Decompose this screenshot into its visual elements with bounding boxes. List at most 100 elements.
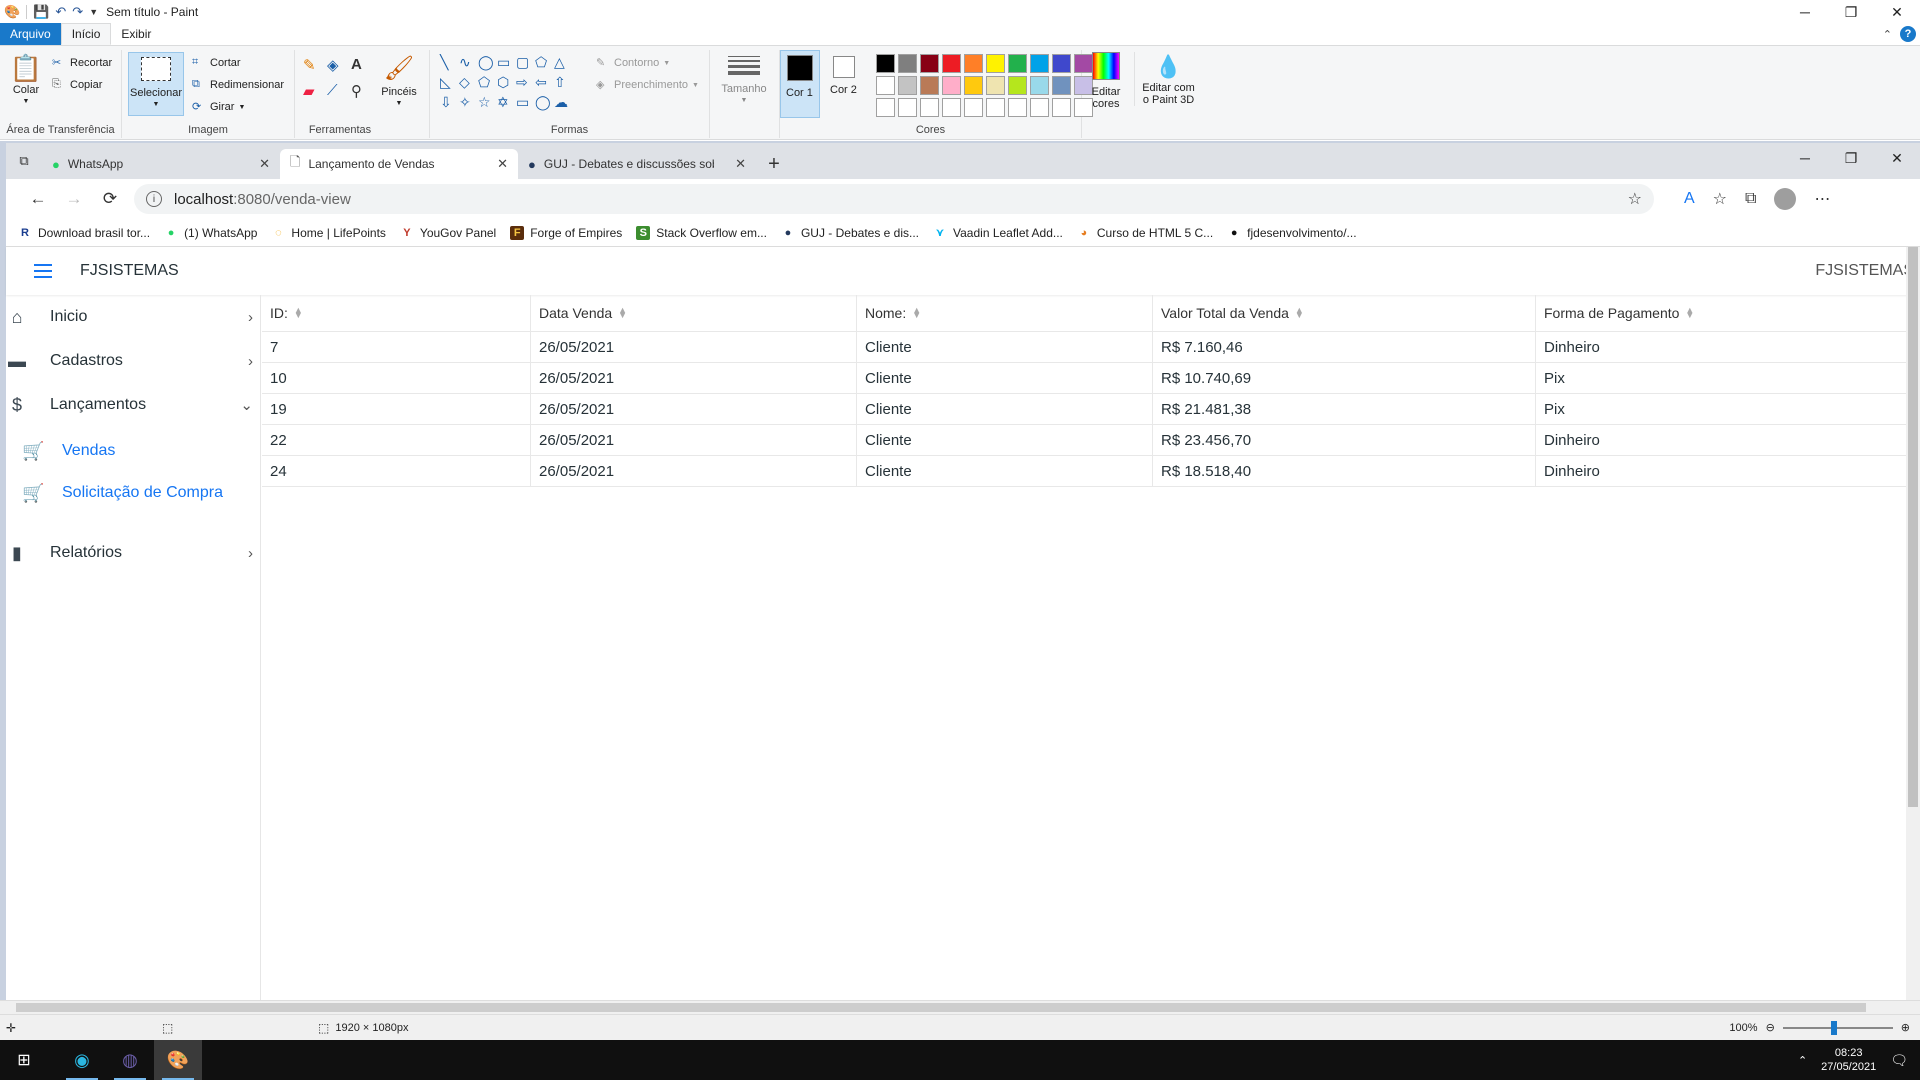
close-tab-icon[interactable]: ✕ bbox=[735, 156, 746, 172]
scrollbar-thumb[interactable] bbox=[16, 1003, 1866, 1012]
star4-shape-icon[interactable]: ✧ bbox=[459, 94, 478, 114]
color-swatch[interactable] bbox=[898, 76, 917, 95]
color-swatch[interactable] bbox=[920, 98, 939, 117]
paint-canvas-area[interactable]: ⧉ ● WhatsApp ✕ 🗋 Lançamento de Vendas ✕ … bbox=[0, 141, 1920, 1001]
start-button[interactable]: ⊞ bbox=[0, 1040, 48, 1080]
tab-file[interactable]: Arquivo bbox=[0, 23, 61, 45]
qat-dropdown-icon[interactable]: ▼ bbox=[89, 7, 98, 17]
bookmark-item[interactable]: S Stack Overflow em... bbox=[636, 225, 767, 240]
nav-item-vendas[interactable]: 🛒 Vendas bbox=[22, 435, 115, 467]
color-swatch[interactable] bbox=[964, 76, 983, 95]
browser-minimize-button[interactable]: ─ bbox=[1782, 143, 1828, 173]
browser-tab-lancamento[interactable]: 🗋 Lançamento de Vendas ✕ bbox=[280, 149, 518, 179]
tab-view[interactable]: Exibir bbox=[111, 23, 161, 45]
color-swatch[interactable] bbox=[1008, 98, 1027, 117]
browser-close-button[interactable]: ✕ bbox=[1874, 143, 1920, 173]
minimize-button[interactable]: ─ bbox=[1782, 0, 1828, 24]
info-icon[interactable]: i bbox=[146, 191, 162, 207]
menu-toggle-icon[interactable] bbox=[34, 264, 52, 278]
column-header-data[interactable]: Data Venda ▲ ▼ bbox=[531, 295, 857, 331]
color-swatch[interactable] bbox=[898, 54, 917, 73]
color-swatch[interactable] bbox=[942, 76, 961, 95]
forward-button[interactable]: → bbox=[56, 183, 92, 215]
color-swatch[interactable] bbox=[1052, 54, 1071, 73]
color-swatch[interactable] bbox=[942, 98, 961, 117]
sort-icon[interactable]: ▲ ▼ bbox=[912, 306, 921, 320]
color-swatch[interactable] bbox=[1008, 54, 1027, 73]
refresh-button[interactable]: ⟳ bbox=[92, 183, 128, 215]
color-swatch[interactable] bbox=[1030, 76, 1049, 95]
nav-item-cadastros[interactable]: ▬ Cadastros › bbox=[6, 343, 261, 379]
collections-icon[interactable]: ⧉ bbox=[1745, 190, 1756, 208]
table-row[interactable]: 22 26/05/2021 Cliente R$ 23.456,70 Dinheiro bbox=[262, 425, 1920, 456]
show-hidden-icons-icon[interactable]: ⌃ bbox=[1798, 1054, 1807, 1067]
star5-shape-icon[interactable]: ☆ bbox=[478, 94, 497, 114]
curve-shape-icon[interactable]: ∿ bbox=[459, 54, 478, 74]
browser-tab-guj[interactable]: ● GUJ - Debates e discussões sobr ✕ bbox=[518, 149, 756, 179]
color-swatch[interactable] bbox=[1030, 98, 1049, 117]
edit-colors-button[interactable]: Editar cores bbox=[1086, 52, 1126, 110]
fill-bucket-icon[interactable]: ◈ bbox=[327, 56, 351, 82]
scrollbar-thumb[interactable] bbox=[1908, 247, 1918, 807]
column-header-id[interactable]: ID: ▲ ▼ bbox=[262, 295, 531, 331]
page-scrollbar[interactable] bbox=[1906, 247, 1920, 1001]
browser-maximize-button[interactable]: ❐ bbox=[1828, 143, 1874, 173]
bookmark-item[interactable]: F Forge of Empires bbox=[510, 225, 622, 240]
bookmark-item[interactable]: ⋎ Vaadin Leaflet Add... bbox=[933, 226, 1063, 240]
undo-icon[interactable]: ↶ bbox=[55, 4, 66, 20]
left-arrow-shape-icon[interactable]: ⇦ bbox=[535, 74, 554, 94]
color2-button[interactable]: Cor 2 bbox=[824, 54, 864, 96]
canvas-horizontal-scrollbar[interactable] bbox=[0, 1000, 1920, 1014]
bookmark-item[interactable]: ◕ Curso de HTML 5 C... bbox=[1077, 226, 1214, 240]
rectangle-shape-icon[interactable]: ▭ bbox=[497, 54, 516, 74]
oval-shape-icon[interactable]: ◯ bbox=[478, 54, 497, 74]
zoom-in-icon[interactable]: ⊕ bbox=[1901, 1021, 1910, 1034]
table-row[interactable]: 7 26/05/2021 Cliente R$ 7.160,46 Dinheiro bbox=[262, 332, 1920, 363]
browser-tab-whatsapp[interactable]: ● WhatsApp ✕ bbox=[42, 149, 280, 179]
close-button[interactable]: ✕ bbox=[1874, 0, 1920, 24]
pentagon-shape-icon[interactable]: ⬠ bbox=[478, 74, 497, 94]
color-swatch[interactable] bbox=[986, 76, 1005, 95]
color-swatch[interactable] bbox=[964, 54, 983, 73]
pencil-icon[interactable]: ✎ bbox=[303, 56, 327, 82]
back-button[interactable]: ← bbox=[20, 183, 56, 215]
close-tab-icon[interactable]: ✕ bbox=[497, 156, 508, 172]
redo-icon[interactable]: ↷ bbox=[72, 4, 83, 20]
diamond-shape-icon[interactable]: ◇ bbox=[459, 74, 478, 94]
nav-item-relatorios[interactable]: ▮ Relatórios › bbox=[6, 535, 261, 571]
table-row[interactable]: 24 26/05/2021 Cliente R$ 18.518,40 Dinheiro bbox=[262, 456, 1920, 487]
sort-icon[interactable]: ▲ ▼ bbox=[618, 306, 627, 320]
up-arrow-shape-icon[interactable]: ⇧ bbox=[554, 74, 573, 94]
hexagon-shape-icon[interactable]: ⬡ bbox=[497, 74, 516, 94]
color-swatch[interactable] bbox=[986, 54, 1005, 73]
text-icon[interactable]: A bbox=[351, 56, 375, 82]
callout-rect-shape-icon[interactable]: ▭ bbox=[516, 94, 535, 114]
select-button[interactable]: Selecionar ▼ bbox=[128, 52, 184, 116]
paste-button[interactable]: 📋 Colar ▼ bbox=[10, 52, 42, 108]
workspaces-icon[interactable]: ⧉ bbox=[6, 143, 42, 179]
bookmark-item[interactable]: ◌ Home | LifePoints bbox=[271, 226, 386, 240]
column-header-pagamento[interactable]: Forma de Pagamento ▲ ▼ bbox=[1536, 295, 1920, 331]
eraser-icon[interactable]: ▰ bbox=[303, 82, 327, 108]
close-tab-icon[interactable]: ✕ bbox=[259, 156, 270, 172]
favorites-icon[interactable]: ☆ bbox=[1713, 189, 1727, 209]
zoom-out-icon[interactable]: ⊖ bbox=[1766, 1021, 1775, 1034]
color-swatch[interactable] bbox=[876, 54, 895, 73]
color-swatch[interactable] bbox=[876, 98, 895, 117]
callout-oval-shape-icon[interactable]: ◯ bbox=[535, 94, 554, 114]
more-options-icon[interactable]: ⋯ bbox=[1814, 189, 1830, 209]
address-bar[interactable]: i localhost :8080/venda-view ☆ bbox=[134, 184, 1654, 214]
notifications-icon[interactable]: 🗨 bbox=[1890, 1052, 1908, 1069]
magnifier-icon[interactable]: ⚲ bbox=[351, 82, 375, 108]
color-swatch[interactable] bbox=[898, 98, 917, 117]
bookmark-item[interactable]: Y YouGov Panel bbox=[400, 226, 496, 240]
color-swatch[interactable] bbox=[920, 54, 939, 73]
bookmark-item[interactable]: ● (1) WhatsApp bbox=[164, 226, 258, 240]
bookmark-item[interactable]: ● GUJ - Debates e dis... bbox=[781, 226, 919, 240]
paint3d-button[interactable]: 💧 Editar com o Paint 3D bbox=[1134, 52, 1198, 106]
color-swatch[interactable] bbox=[986, 98, 1005, 117]
taskbar-paint-icon[interactable]: 🎨 bbox=[154, 1040, 202, 1080]
column-header-valor[interactable]: Valor Total da Venda ▲ ▼ bbox=[1153, 295, 1536, 331]
tab-home[interactable]: Início bbox=[60, 23, 112, 45]
taskbar-edge-icon[interactable]: ◉ bbox=[58, 1040, 106, 1080]
